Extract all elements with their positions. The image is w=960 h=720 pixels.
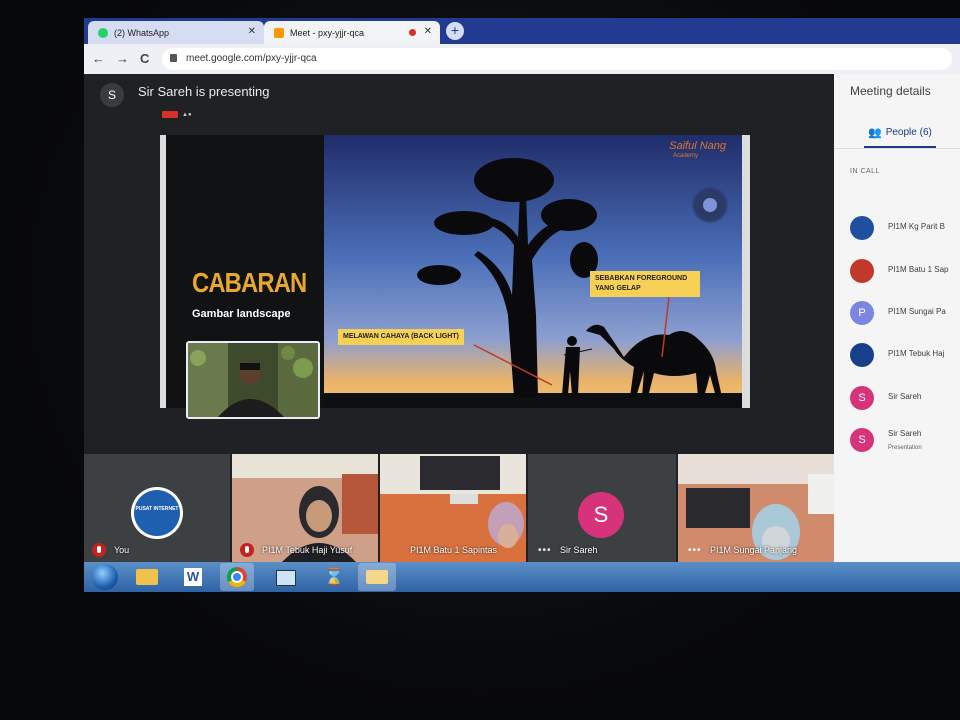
participant-row[interactable]: PI1M Batu 1 Sap bbox=[850, 259, 960, 285]
slide-subtitle: Gambar landscape bbox=[192, 308, 291, 320]
meeting-details-panel: Meeting details 👥 People (6) IN CALL PI1… bbox=[834, 74, 960, 562]
people-tab-label: People (6) bbox=[885, 127, 932, 138]
tab-whatsapp-label: (2) WhatsApp bbox=[114, 27, 170, 38]
participant-avatar bbox=[850, 343, 874, 367]
back-button[interactable]: ← bbox=[92, 51, 105, 66]
participant-name: PI1M Batu 1 Sap bbox=[888, 265, 949, 274]
presenter-camera-image bbox=[188, 343, 318, 417]
meet-icon bbox=[274, 27, 284, 38]
monitor-brand-logo bbox=[540, 622, 630, 644]
presentation-slide: CABARAN Gambar landscape Saiful Nang Aca… bbox=[160, 135, 750, 419]
participant-tile-tebuk[interactable]: PI1M Tebuk Haji Yusuf bbox=[232, 454, 378, 562]
tab-whatsapp[interactable]: (2) WhatsApp ✕ bbox=[88, 21, 264, 44]
tile-name-you: You bbox=[114, 545, 130, 555]
presenter-camera bbox=[186, 341, 320, 419]
presenting-label: Sir Sareh is presenting bbox=[138, 84, 270, 99]
participant-row[interactable]: S Sir Sareh Presentation bbox=[850, 428, 960, 454]
start-button[interactable] bbox=[92, 564, 118, 590]
foreground-callout: SEBABKAN FOREGROUND YANG GELAP bbox=[590, 271, 700, 297]
tile-name-sungai: PI1M Sungai Panjang bbox=[710, 545, 798, 555]
participant-avatar: S bbox=[850, 386, 874, 410]
brand-logo: Saiful Nang bbox=[669, 140, 726, 152]
recording-dot-icon bbox=[409, 29, 416, 36]
tab-strip: (2) WhatsApp ✕ Meet - pxy-yjjr-qca ✕ + bbox=[84, 18, 960, 44]
chrome-icon[interactable] bbox=[220, 563, 254, 591]
more-options-icon[interactable]: ••• bbox=[688, 545, 702, 556]
participant-avatar: P bbox=[850, 301, 874, 325]
participant-name: PI1M Sungai Pa bbox=[888, 307, 946, 316]
participant-name: Sir Sareh bbox=[888, 429, 922, 438]
folder-icon[interactable] bbox=[358, 563, 396, 591]
presentation-control-button[interactable] bbox=[694, 189, 726, 221]
close-icon[interactable]: ✕ bbox=[248, 26, 256, 37]
file-explorer-icon[interactable] bbox=[130, 563, 164, 591]
reload-button[interactable]: C bbox=[140, 51, 149, 66]
windows-taskbar: W ⌛ bbox=[84, 562, 960, 592]
browser-toolbar: ← → C meet.google.com/pxy-yjjr-qca bbox=[84, 44, 960, 74]
tile-name-sareh: Sir Sareh bbox=[560, 545, 598, 555]
more-options-icon[interactable]: ••• bbox=[538, 545, 552, 556]
pusat-internet-logo: PUSAT INTERNET bbox=[134, 490, 180, 536]
participant-tile-batu[interactable]: PI1M Batu 1 Sapintas bbox=[380, 454, 526, 562]
in-call-heading: IN CALL bbox=[850, 168, 880, 175]
recording-badge bbox=[162, 111, 178, 118]
participant-name: Sir Sareh bbox=[888, 392, 922, 401]
screen: (2) WhatsApp ✕ Meet - pxy-yjjr-qca ✕ + ←… bbox=[84, 18, 960, 592]
participant-row[interactable]: PI1M Tebuk Haj bbox=[850, 343, 960, 369]
meet-stage: S Sir Sareh is presenting ▲● CABARAN Gam… bbox=[84, 74, 834, 562]
network-app-icon[interactable] bbox=[268, 563, 302, 591]
participant-row[interactable]: S Sir Sareh bbox=[850, 386, 960, 412]
participant-row[interactable]: P PI1M Sungai Pa bbox=[850, 301, 960, 327]
people-icon: 👥 bbox=[868, 127, 882, 139]
slide-right-border bbox=[742, 135, 750, 408]
participant-name: PI1M Tebuk Haj bbox=[888, 349, 945, 358]
slide-title: CABARAN bbox=[192, 267, 307, 298]
address-bar[interactable]: meet.google.com/pxy-yjjr-qca bbox=[162, 48, 952, 70]
lock-icon bbox=[170, 54, 177, 62]
participant-row[interactable]: PI1M Kg Parit B bbox=[850, 216, 960, 242]
tab-people[interactable]: 👥 People (6) bbox=[868, 126, 932, 139]
participant-avatar bbox=[850, 259, 874, 283]
mic-off-icon[interactable] bbox=[92, 543, 106, 557]
forward-button[interactable]: → bbox=[116, 51, 129, 66]
word-icon[interactable]: W bbox=[176, 563, 210, 591]
close-icon[interactable]: ✕ bbox=[424, 26, 432, 37]
tile-name-tebuk: PI1M Tebuk Haji Yusuf bbox=[262, 545, 353, 555]
logo-text: PUSAT INTERNET bbox=[135, 506, 179, 512]
tab-meet[interactable]: Meet - pxy-yjjr-qca ✕ bbox=[264, 21, 440, 44]
presenter-avatar: S bbox=[100, 83, 124, 107]
recording-indicator-icon: ▲● bbox=[182, 112, 192, 118]
slide-photo: Saiful Nang Academy SEBABKAN FOREGROUND … bbox=[324, 135, 742, 408]
participant-avatar bbox=[850, 216, 874, 240]
hourglass-icon[interactable]: ⌛ bbox=[314, 563, 348, 591]
mic-off-icon[interactable] bbox=[240, 543, 254, 557]
participant-avatar: S bbox=[850, 428, 874, 452]
participant-subtitle: Presentation bbox=[888, 445, 922, 451]
url-text: meet.google.com/pxy-yjjr-qca bbox=[186, 53, 317, 64]
whatsapp-icon bbox=[98, 27, 108, 38]
participant-tile-sir-sareh[interactable]: S ••• Sir Sareh bbox=[528, 454, 676, 562]
panel-title: Meeting details bbox=[850, 84, 931, 98]
tab-meet-label: Meet - pxy-yjjr-qca bbox=[290, 27, 365, 38]
backlight-callout: MELAWAN CAHAYA (BACK LIGHT) bbox=[338, 329, 464, 345]
participant-avatar: S bbox=[578, 492, 624, 538]
participant-name: PI1M Kg Parit B bbox=[888, 222, 945, 231]
new-tab-button[interactable]: + bbox=[446, 22, 464, 40]
divider bbox=[834, 148, 960, 149]
participant-tile-sungai[interactable]: ••• PI1M Sungai Panjang bbox=[678, 454, 834, 562]
tile-name-batu: PI1M Batu 1 Sapintas bbox=[410, 545, 498, 555]
slide-left-panel: CABARAN Gambar landscape bbox=[160, 135, 324, 419]
participant-tile-you[interactable]: PUSAT INTERNET You bbox=[84, 454, 230, 562]
brand-sub-logo: Academy bbox=[672, 153, 698, 159]
